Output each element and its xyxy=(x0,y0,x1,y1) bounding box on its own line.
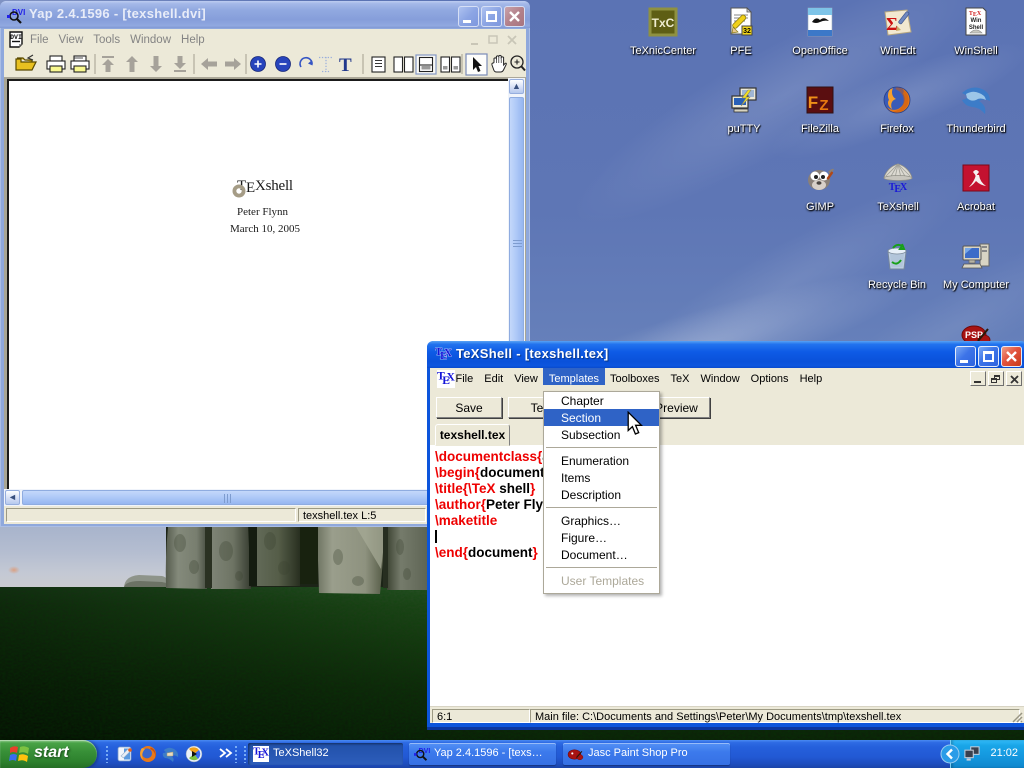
svg-text:X: X xyxy=(447,371,455,384)
svg-text:X: X xyxy=(261,747,269,758)
svg-text:X: X xyxy=(444,347,452,359)
svg-text:TEX: TEX xyxy=(969,11,982,18)
svg-text:T: T xyxy=(339,55,352,76)
svg-text:Win: Win xyxy=(971,18,982,24)
svg-text:TEX: TEX xyxy=(889,182,908,194)
svg-text:Σ: Σ xyxy=(886,14,898,34)
svg-text:DVI: DVI xyxy=(10,34,22,41)
svg-text:TxC: TxC xyxy=(652,16,675,30)
svg-text:Z: Z xyxy=(819,97,828,114)
svg-text:F: F xyxy=(808,93,818,112)
svg-text:32: 32 xyxy=(743,28,751,35)
